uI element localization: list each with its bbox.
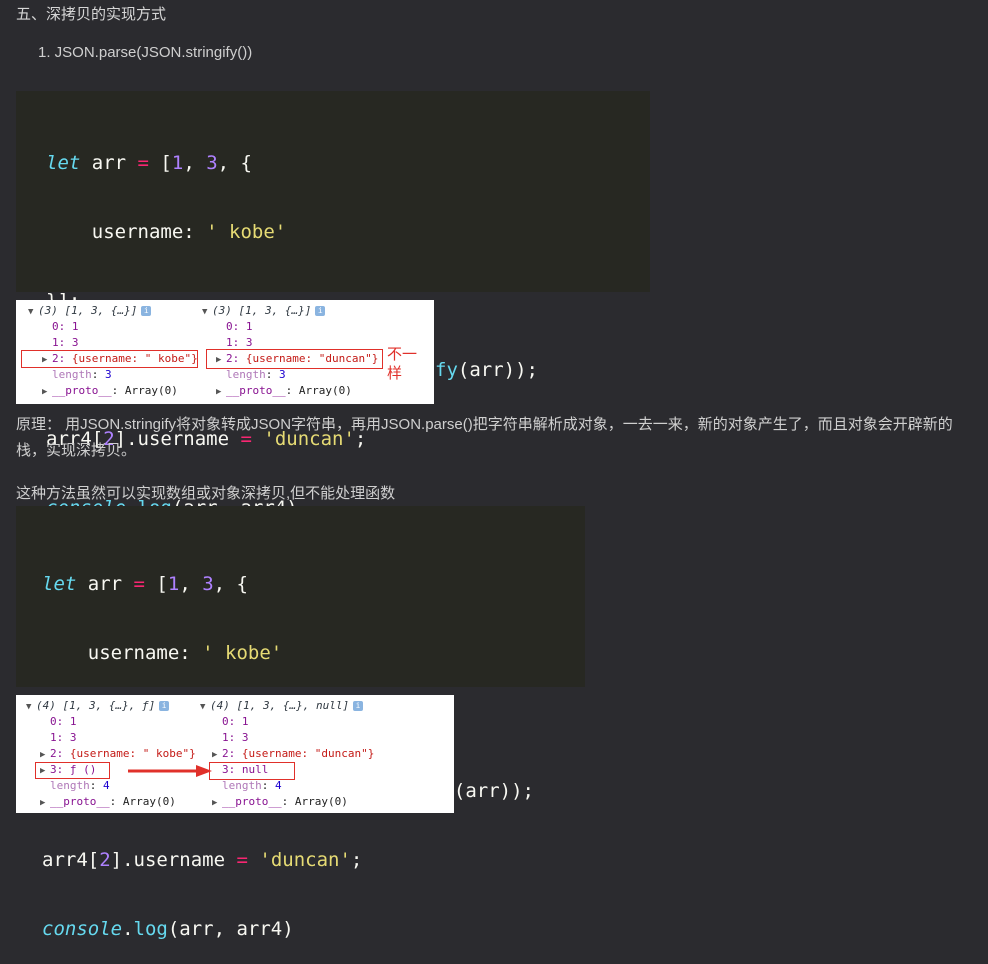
- list-item-json-method: 1. JSON.parse(JSON.stringify()): [38, 44, 253, 61]
- console1-right-proto[interactable]: ▶ __proto__: Array(0): [216, 384, 352, 399]
- console1-right-row-0: 0: 1: [226, 320, 253, 333]
- console2-right-row-0: 0: 1: [222, 715, 249, 728]
- collapse-triangle-icon: ▶: [40, 750, 46, 760]
- console1-left-row-1: 1: 3: [52, 336, 79, 349]
- section-heading: 五、深拷贝的实现方式: [16, 6, 167, 23]
- code2-line-5: arr4[2].username = 'duncan';: [42, 849, 363, 871]
- paragraph-limitation: 这种方法虽然可以实现数组或对象深拷贝,但不能处理函数: [16, 485, 396, 502]
- console2-left-header[interactable]: ▼ (4) [1, 3, {…}, ƒ] i: [26, 699, 170, 714]
- annotation-note-line-1: 不一: [387, 345, 418, 363]
- expand-triangle-icon: ▼: [202, 307, 208, 317]
- collapse-triangle-icon: ▶: [42, 387, 48, 397]
- code2-line-6: console.log(arr, arr4): [42, 918, 294, 940]
- highlight-box: [209, 762, 295, 780]
- collapse-triangle-icon: ▶: [212, 750, 218, 760]
- console2-right-header[interactable]: ▼ (4) [1, 3, {…}, null] i: [200, 699, 364, 714]
- console2-right-length: length: 4: [222, 779, 282, 792]
- console2-left-row-2[interactable]: ▶ 2: {username: " kobe"}: [40, 747, 196, 762]
- code2-line-2: username: ' kobe': [42, 642, 283, 664]
- red-arrow-icon: [128, 765, 212, 777]
- code-block-1: let arr = [1, 3, { username: ' kobe' }];…: [16, 91, 650, 519]
- annotation-note-line-2: 样: [387, 364, 403, 382]
- console1-right-length: length: 3: [226, 368, 286, 381]
- console-output-2: ▼ (4) [1, 3, {…}, ƒ] i 0: 1 1: 3 ▶ 2: {user…: [16, 695, 454, 813]
- highlight-box: [35, 762, 110, 779]
- collapse-triangle-icon: ▶: [40, 798, 46, 808]
- console2-left-row-0: 0: 1: [50, 715, 77, 728]
- info-icon: i: [159, 701, 170, 711]
- console2-right-proto[interactable]: ▶ __proto__: Array(0): [212, 795, 348, 810]
- console1-left-header[interactable]: ▼ (3) [1, 3, {…}] i: [28, 304, 152, 319]
- info-icon: i: [315, 306, 326, 316]
- console1-left-row-0: 0: 1: [52, 320, 79, 333]
- paragraph-principle: 原理： 用JSON.stringify将对象转成JSON字符串，再用JSON.p…: [16, 416, 953, 459]
- highlight-box: [206, 349, 383, 369]
- expand-triangle-icon: ▼: [26, 702, 32, 712]
- console1-left-proto[interactable]: ▶ __proto__: Array(0): [42, 384, 178, 399]
- console2-left-row-1: 1: 3: [50, 731, 77, 744]
- info-icon: i: [141, 306, 152, 316]
- highlight-box: [21, 350, 198, 368]
- console1-right-header[interactable]: ▼ (3) [1, 3, {…}] i: [202, 304, 326, 319]
- console1-right-row-1: 1: 3: [226, 336, 253, 349]
- collapse-triangle-icon: ▶: [212, 798, 218, 808]
- info-icon: i: [353, 701, 364, 711]
- console2-right-row-1: 1: 3: [222, 731, 249, 744]
- collapse-triangle-icon: ▶: [216, 387, 222, 397]
- console1-left-length: length: 3: [52, 368, 112, 381]
- code2-line-1: let arr = [1, 3, {: [42, 573, 248, 595]
- console-output-1: ▼ (3) [1, 3, {…}] i 0: 1 1: 3 ▶ 2: {usernam…: [16, 300, 434, 404]
- code1-line-2: username: ' kobe': [46, 221, 287, 243]
- expand-triangle-icon: ▼: [200, 702, 206, 712]
- console2-left-proto[interactable]: ▶ __proto__: Array(0): [40, 795, 176, 810]
- console2-right-row-2[interactable]: ▶ 2: {username: "duncan"}: [212, 747, 374, 762]
- expand-triangle-icon: ▼: [28, 307, 34, 317]
- console2-left-length: length: 4: [50, 779, 110, 792]
- code-block-2: let arr = [1, 3, { username: ' kobe' },f…: [16, 506, 585, 940]
- code1-line-1: let arr = [1, 3, {: [46, 152, 252, 174]
